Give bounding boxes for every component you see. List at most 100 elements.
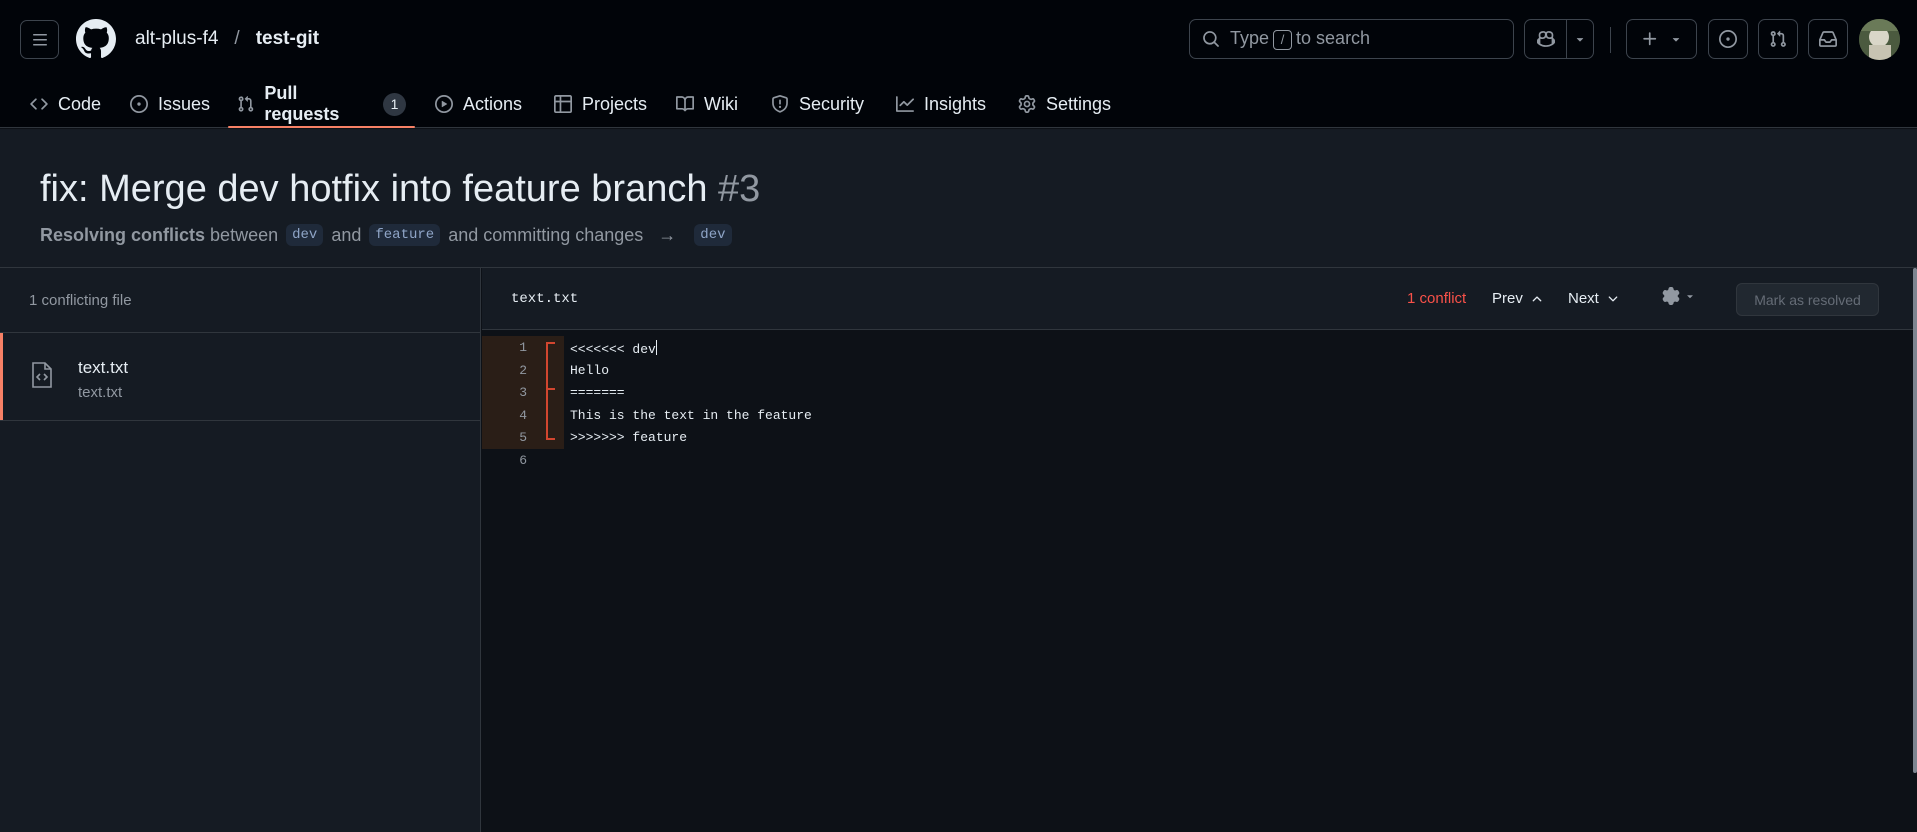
repo-nav-tabs: Code Issues Pull requests 1 Actions Proj… bbox=[0, 80, 1917, 128]
line-text: >>>>>>> feature bbox=[570, 430, 688, 445]
tab-actions[interactable]: Actions bbox=[426, 80, 531, 128]
tab-label: Insights bbox=[924, 93, 987, 114]
copilot-button[interactable] bbox=[1525, 20, 1567, 58]
global-header: alt-plus-f4 / test-git Type/to search bbox=[0, 0, 1917, 128]
tab-label: Settings bbox=[1046, 93, 1112, 114]
book-icon bbox=[676, 96, 694, 112]
editor-toolbar: text.txt 1 conflict Prev Next Mark as re… bbox=[482, 268, 1917, 330]
code-line: 6 bbox=[482, 449, 1917, 472]
search-suffix: to search bbox=[1296, 28, 1371, 49]
copilot-button-group bbox=[1524, 19, 1594, 59]
breadcrumb-separator: / bbox=[234, 28, 240, 49]
conflict-marker-middle bbox=[546, 388, 555, 390]
line-text: This is the text in the feature bbox=[570, 407, 812, 423]
pr-subtitle: Resolving conflicts between dev and feat… bbox=[40, 224, 735, 246]
pr-title-area: fix: Merge dev hotfix into feature branc… bbox=[0, 129, 1917, 268]
tab-label: Wiki bbox=[704, 93, 738, 114]
user-avatar[interactable] bbox=[1859, 19, 1900, 60]
copilot-menu-button[interactable] bbox=[1567, 20, 1593, 58]
header-divider bbox=[1610, 27, 1611, 53]
search-prefix: Type bbox=[1230, 28, 1270, 49]
line-text-content: <<<<<<< dev bbox=[570, 342, 656, 357]
create-new-button[interactable] bbox=[1626, 19, 1697, 59]
conflict-count: 1 conflict bbox=[1407, 290, 1467, 307]
pr-number: #3 bbox=[718, 168, 761, 210]
search-placeholder: Type / to search bbox=[1230, 28, 1370, 50]
table-icon bbox=[554, 95, 572, 113]
line-text: Hello bbox=[570, 362, 610, 378]
editor-filename: text.txt bbox=[511, 291, 579, 307]
line-number: 5 bbox=[519, 430, 527, 445]
conflict-file-item[interactable]: text.txt text.txt bbox=[0, 333, 480, 421]
file-name: text.txt bbox=[78, 358, 129, 377]
issues-button[interactable] bbox=[1708, 19, 1748, 59]
and-text: and bbox=[331, 224, 362, 245]
code-line: 2 Hello bbox=[482, 358, 1917, 381]
pr-title-text: fix: Merge dev hotfix into feature branc… bbox=[40, 168, 708, 210]
tab-insights[interactable]: Insights bbox=[887, 80, 995, 128]
code-line: 5 >>>>>>> feature bbox=[482, 426, 1917, 449]
conflict-file-sidebar: 1 conflicting file text.txt text.txt bbox=[0, 268, 481, 832]
prev-conflict-button[interactable]: Prev bbox=[1492, 290, 1544, 307]
line-number: 4 bbox=[519, 407, 527, 423]
top-bar: alt-plus-f4 / test-git Type / to search bbox=[0, 0, 1917, 80]
editor-settings-button[interactable] bbox=[1662, 287, 1696, 305]
head-branch-label: feature bbox=[369, 224, 441, 246]
code-line: 1 <<<<<<< dev bbox=[482, 336, 1917, 359]
mark-as-resolved-button[interactable]: Mark as resolved bbox=[1736, 283, 1879, 316]
tab-label: Projects bbox=[582, 93, 648, 114]
shield-icon bbox=[772, 95, 788, 113]
conflict-marker-start bbox=[546, 342, 555, 344]
prev-label: Prev bbox=[1492, 290, 1523, 307]
issue-icon bbox=[130, 95, 148, 113]
tab-security[interactable]: Security bbox=[762, 80, 873, 128]
tab-label: Code bbox=[58, 93, 102, 114]
code-line: 3 ======= bbox=[482, 381, 1917, 404]
code-icon bbox=[30, 98, 48, 110]
conflict-marker-bracket bbox=[546, 342, 548, 440]
scrollbar[interactable] bbox=[1913, 268, 1917, 773]
triangle-down-icon bbox=[1687, 295, 1693, 299]
code-area[interactable]: 1 <<<<<<< dev 2 Hello 3 ======= 4 This i… bbox=[482, 336, 1917, 471]
inbox-button[interactable] bbox=[1808, 19, 1848, 59]
tab-code[interactable]: Code bbox=[21, 80, 110, 128]
tab-wiki[interactable]: Wiki bbox=[667, 80, 747, 128]
issue-icon bbox=[1719, 30, 1737, 48]
conflict-marker-end bbox=[546, 438, 555, 440]
tab-label: Actions bbox=[463, 93, 523, 114]
tab-pull-requests[interactable]: Pull requests 1 bbox=[228, 80, 415, 128]
tab-projects[interactable]: Projects bbox=[545, 80, 656, 128]
play-icon bbox=[435, 95, 453, 113]
tab-label: Security bbox=[799, 93, 865, 114]
breadcrumb: alt-plus-f4 / test-git bbox=[135, 28, 319, 50]
gear-icon bbox=[1018, 95, 1036, 113]
github-logo-icon[interactable] bbox=[76, 19, 116, 59]
next-conflict-button[interactable]: Next bbox=[1568, 290, 1620, 307]
tab-settings[interactable]: Settings bbox=[1009, 80, 1120, 128]
line-text: ======= bbox=[570, 385, 625, 400]
hamburger-icon bbox=[32, 33, 47, 45]
graph-icon bbox=[896, 96, 914, 112]
repo-owner-link[interactable]: alt-plus-f4 bbox=[135, 28, 218, 50]
tab-label: Issues bbox=[158, 93, 211, 114]
copilot-icon bbox=[1536, 31, 1555, 47]
line-text: <<<<<<< dev bbox=[570, 340, 657, 357]
repo-name-link[interactable]: test-git bbox=[256, 28, 319, 50]
menu-button[interactable] bbox=[20, 20, 59, 59]
pull-requests-button[interactable] bbox=[1758, 19, 1798, 59]
tab-issues[interactable]: Issues bbox=[121, 80, 219, 128]
code-line: 4 This is the text in the feature bbox=[482, 403, 1917, 426]
pull-requests-count-badge: 1 bbox=[383, 92, 406, 116]
triangle-down-icon bbox=[1576, 38, 1584, 42]
gear-icon bbox=[1662, 287, 1680, 305]
pull-request-icon bbox=[1770, 30, 1786, 47]
file-path: text.txt bbox=[78, 384, 123, 401]
file-code-icon bbox=[30, 361, 54, 389]
search-input[interactable]: Type / to search bbox=[1189, 19, 1514, 59]
between-text: between bbox=[210, 224, 279, 245]
search-shortcut-key: / bbox=[1273, 29, 1293, 50]
line-number: 3 bbox=[519, 385, 527, 400]
tab-label: Pull requests bbox=[264, 83, 340, 124]
chevron-down-icon bbox=[1608, 295, 1618, 301]
arrow-right-icon: → bbox=[658, 224, 677, 245]
